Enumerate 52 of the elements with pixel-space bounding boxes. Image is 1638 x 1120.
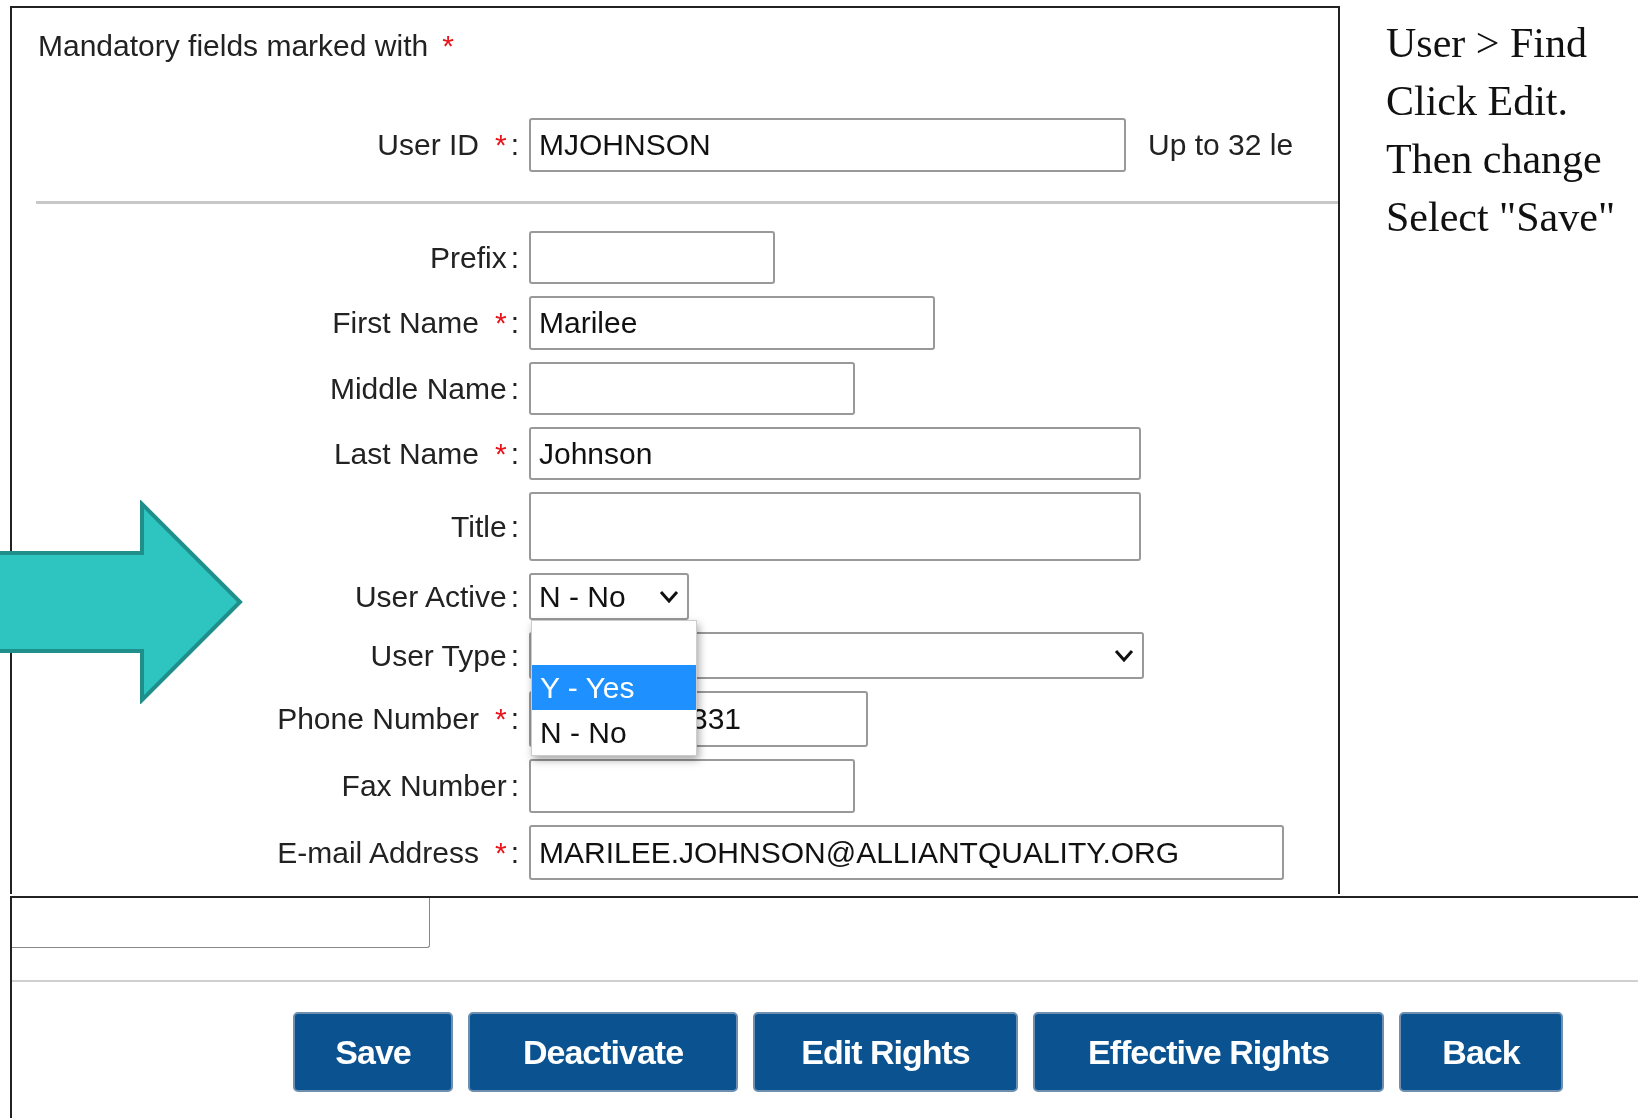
field-label: Phone Number bbox=[277, 702, 479, 736]
arrow-icon bbox=[0, 500, 244, 704]
field-label: Middle Name bbox=[329, 371, 507, 406]
label-colon: : bbox=[510, 240, 519, 275]
field-label: Last Name bbox=[333, 436, 479, 471]
required-asterisk: * bbox=[494, 702, 507, 736]
label-colon: : bbox=[510, 436, 519, 471]
field-label: Title bbox=[451, 509, 507, 544]
input-field[interactable] bbox=[529, 362, 855, 415]
input-field[interactable] bbox=[529, 492, 1141, 561]
label-colon: : bbox=[510, 128, 519, 162]
label-colon: : bbox=[510, 769, 519, 803]
label-colon: : bbox=[510, 638, 519, 673]
input-field[interactable] bbox=[529, 231, 775, 284]
label-colon: : bbox=[510, 509, 519, 544]
field-label: User Active bbox=[354, 579, 507, 614]
input-field[interactable]: MJOHNSON bbox=[529, 118, 1126, 172]
action-button[interactable]: Deactivate bbox=[468, 1012, 738, 1092]
required-asterisk: * bbox=[494, 128, 507, 162]
chevron-down-icon bbox=[1114, 648, 1134, 663]
instruction-line: Then change bbox=[1386, 135, 1602, 184]
required-asterisk: * bbox=[442, 29, 454, 63]
label-colon: : bbox=[510, 702, 519, 736]
field-label: Prefix bbox=[429, 240, 507, 275]
dropdown-field[interactable]: N - No bbox=[529, 573, 689, 620]
input-field[interactable] bbox=[12, 898, 430, 948]
field-hint: Up to 32 le bbox=[1148, 128, 1295, 162]
input-field[interactable]: Johnson bbox=[529, 427, 1141, 480]
field-label: User ID bbox=[377, 128, 479, 162]
input-field[interactable]: MARILEE.JOHNSON@ALLIANTQUALITY.ORG bbox=[529, 825, 1284, 880]
mandatory-note: Mandatory fields marked with bbox=[38, 29, 429, 63]
field-label: Fax Number bbox=[341, 769, 507, 803]
required-asterisk: * bbox=[494, 306, 507, 340]
action-button[interactable]: Back bbox=[1399, 1012, 1563, 1092]
input-field[interactable]: Marilee bbox=[529, 296, 935, 350]
field-label: First Name bbox=[332, 306, 479, 340]
instruction-line: Click Edit. bbox=[1386, 77, 1568, 126]
field-label: E-mail Address bbox=[277, 835, 479, 870]
input-field[interactable] bbox=[529, 759, 855, 813]
field-label: User Type bbox=[370, 638, 507, 673]
action-button[interactable]: Save bbox=[293, 1012, 453, 1092]
label-colon: : bbox=[510, 579, 519, 614]
label-colon: : bbox=[510, 306, 519, 340]
label-colon: : bbox=[510, 835, 519, 870]
label-colon: : bbox=[510, 371, 519, 406]
instruction-line: Select "Save" bbox=[1386, 193, 1616, 242]
action-button[interactable]: Edit Rights bbox=[753, 1012, 1018, 1092]
action-button[interactable]: Effective Rights bbox=[1033, 1012, 1384, 1092]
instruction-line: User > Find bbox=[1386, 19, 1588, 68]
required-asterisk: * bbox=[494, 436, 507, 471]
chevron-down-icon bbox=[659, 589, 679, 604]
required-asterisk: * bbox=[494, 835, 507, 870]
